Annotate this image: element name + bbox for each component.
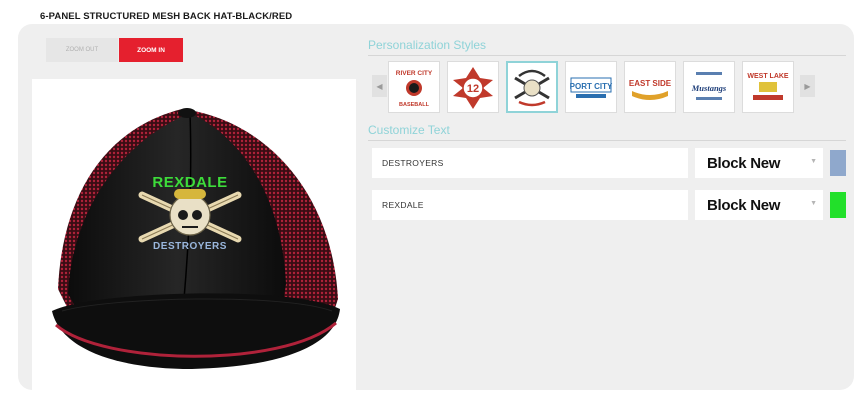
font-select-1-value: Block New	[707, 154, 781, 172]
style-tile-east-side[interactable]: EAST SIDE	[624, 61, 676, 113]
section-divider	[368, 140, 846, 141]
section-divider	[368, 55, 846, 56]
product-customizer: ZOOM OUT ZOOM IN REXDALE DESTROYERS Pers…	[18, 24, 854, 390]
svg-text:12: 12	[467, 83, 479, 95]
customize-text-title: Customize Text	[368, 123, 450, 137]
chevron-right-icon: ▶	[804, 81, 811, 91]
svg-text:WEST LAKE: WEST LAKE	[747, 73, 789, 80]
product-title: 6-PANEL STRUCTURED MESH BACK HAT-BLACK/R…	[40, 11, 293, 22]
style-tile-river-city[interactable]: RIVER CITY BASEBALL	[388, 61, 440, 113]
logo-bottom-text: DESTROYERS	[153, 241, 227, 252]
style-tile-port-city[interactable]: PORT CITY	[565, 61, 617, 113]
styles-prev-arrow[interactable]: ◀	[372, 75, 387, 97]
west-lake-icon: WEST LAKE	[747, 73, 789, 100]
svg-text:PORT CITY: PORT CITY	[570, 82, 613, 91]
text-line-1-input[interactable]: DESTROYERS	[372, 148, 688, 178]
mustangs-icon: Mustangs	[691, 72, 727, 100]
zoom-in-button[interactable]: ZOOM IN	[119, 38, 183, 62]
skull-bats-icon	[514, 69, 550, 107]
hat-preview: REXDALE DESTROYERS	[32, 79, 356, 390]
styles-next-arrow[interactable]: ▶	[800, 75, 815, 97]
logo-top-text: REXDALE	[152, 174, 227, 191]
river-city-icon: RIVER CITY BASEBALL	[396, 70, 433, 108]
svg-text:EAST SIDE: EAST SIDE	[629, 79, 672, 88]
svg-text:Mustangs: Mustangs	[691, 83, 727, 93]
svg-text:RIVER CITY: RIVER CITY	[396, 70, 433, 77]
svg-text:BASEBALL: BASEBALL	[399, 102, 430, 108]
chevron-down-icon: ▼	[810, 158, 817, 165]
color-swatch-1[interactable]	[830, 150, 846, 176]
style-tile-skull-bats[interactable]	[506, 61, 558, 113]
style-tile-west-lake[interactable]: WEST LAKE	[742, 61, 794, 113]
chevron-left-icon: ◀	[376, 81, 383, 91]
font-select-2[interactable]: Block New ▼	[695, 190, 823, 220]
zoom-out-button[interactable]: ZOOM OUT	[46, 38, 118, 62]
port-city-icon: PORT CITY	[570, 77, 613, 98]
personalization-styles-title: Personalization Styles	[368, 38, 487, 52]
color-swatch-2[interactable]	[830, 192, 846, 218]
text-line-1-value: DESTROYERS	[382, 158, 444, 168]
chevron-down-icon: ▼	[810, 200, 817, 207]
text-line-2-input[interactable]: REXDALE	[372, 190, 688, 220]
text-line-2-value: REXDALE	[382, 200, 424, 210]
east-side-icon: EAST SIDE	[629, 79, 672, 100]
font-select-2-value: Block New	[707, 196, 781, 214]
maltese-cross-icon: 12	[453, 67, 493, 109]
hat-image: REXDALE DESTROYERS	[52, 108, 340, 369]
font-select-1[interactable]: Block New ▼	[695, 148, 823, 178]
style-tile-firefighter[interactable]: 12	[447, 61, 499, 113]
style-tile-mustangs[interactable]: Mustangs	[683, 61, 735, 113]
